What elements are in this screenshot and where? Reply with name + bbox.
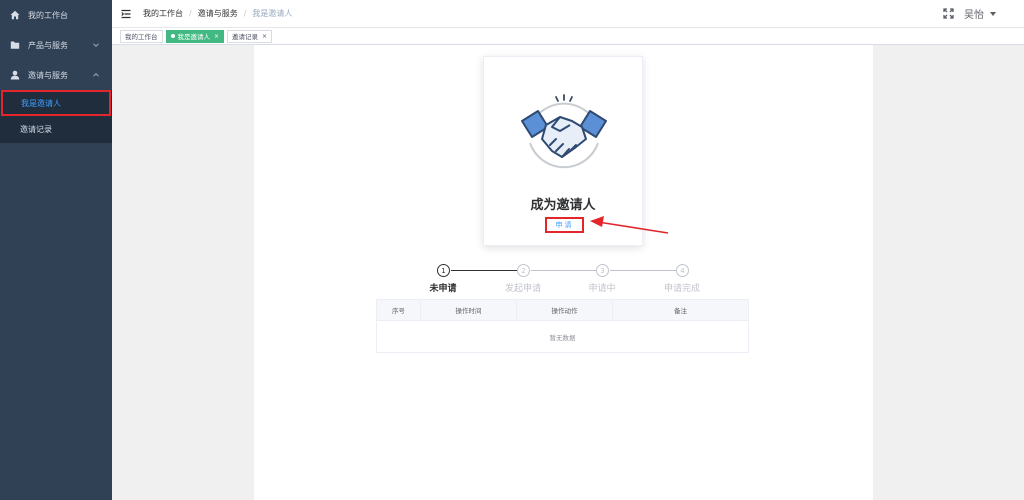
tag-workbench[interactable]: 我的工作台 — [120, 29, 163, 43]
fullscreen-icon[interactable] — [943, 8, 954, 19]
sidebar-item-label: 我的工作台 — [28, 10, 68, 20]
close-icon[interactable]: × — [214, 33, 219, 40]
tag-inviter[interactable]: 我是邀请人 × — [165, 29, 225, 43]
step-1-label: 未申请 — [429, 284, 457, 294]
empty-state: 暂无数据 — [549, 334, 576, 342]
sidebar-item-invite[interactable]: 邀请与服务 — [0, 60, 112, 90]
column-header: 操作动作 — [517, 300, 613, 320]
records-table: 序号 操作时间 操作动作 备注 暂无数据 — [376, 299, 749, 353]
handshake-icon — [521, 94, 607, 169]
step-4-label: 申请完成 — [663, 284, 700, 294]
step-3-label: 申请中 — [588, 284, 616, 294]
content-panel: 成为邀请人 申请 1 2 3 4 未申请 发起申请 申请中 申请完成 序号 操作… — [254, 45, 873, 500]
folder-icon — [10, 40, 20, 50]
step-3-circle: 3 — [596, 264, 609, 277]
step-connector — [531, 270, 597, 271]
home-icon — [10, 10, 20, 20]
step-1-circle: 1 — [437, 264, 450, 277]
caret-down-icon[interactable] — [990, 11, 996, 16]
step-connector — [610, 270, 676, 271]
apply-button[interactable]: 申请 — [545, 217, 584, 233]
step-4-circle: 4 — [676, 264, 689, 277]
breadcrumb-separator: / — [243, 9, 247, 18]
sidebar-subitem-inviter[interactable]: 我是邀请人 — [1, 90, 111, 116]
card-title: 成为邀请人 — [530, 198, 596, 213]
sidebar-item-workbench[interactable]: 我的工作台 — [0, 0, 112, 30]
invite-submenu: 我是邀请人 邀请记录 — [0, 90, 112, 143]
table-header: 序号 操作时间 操作动作 备注 — [377, 300, 748, 321]
tags-view: 我的工作台 我是邀请人 × 邀请记录 × — [112, 28, 1024, 45]
sidebar: 我的工作台 产品与服务 邀请与服务 我是邀请人 邀请记录 — [0, 0, 112, 500]
chevron-down-icon — [92, 41, 100, 49]
breadcrumb-invite[interactable]: 邀请与服务 — [198, 8, 238, 19]
sidebar-item-products[interactable]: 产品与服务 — [0, 30, 112, 60]
username[interactable]: 吴怡 — [964, 6, 984, 21]
sidebar-subitem-invite-records[interactable]: 邀请记录 — [0, 116, 112, 143]
step-connector — [451, 270, 518, 271]
breadcrumb-separator: / — [189, 9, 192, 18]
sidebar-item-label: 邀请与服务 — [28, 70, 68, 80]
hamburger-icon[interactable] — [121, 9, 131, 19]
user-area: 吴怡 — [943, 6, 996, 21]
close-icon[interactable]: × — [262, 33, 267, 40]
tag-invite-records[interactable]: 邀请记录 × — [227, 29, 273, 43]
active-dot-icon — [170, 34, 175, 38]
sidebar-item-label: 产品与服务 — [28, 40, 68, 50]
tag-label: 邀请记录 — [232, 33, 259, 41]
tag-label: 我的工作台 — [125, 33, 158, 41]
breadcrumb-current: 我是邀请人 — [252, 9, 293, 18]
become-inviter-card: 成为邀请人 申请 — [483, 56, 643, 246]
column-header: 备注 — [674, 307, 687, 315]
chevron-up-icon — [92, 71, 100, 79]
tag-label: 我是邀请人 — [177, 33, 211, 41]
main-area: 成为邀请人 申请 1 2 3 4 未申请 发起申请 申请中 申请完成 序号 操作… — [112, 45, 1024, 500]
column-header: 操作时间 — [421, 300, 517, 320]
top-navbar: 我的工作台 / 邀请与服务 / 我是邀请人 吴怡 — [112, 0, 1024, 28]
column-header: 序号 — [377, 300, 421, 320]
breadcrumb-workbench[interactable]: 我的工作台 — [143, 8, 183, 19]
user-icon — [10, 70, 20, 80]
step-2-label: 发起申请 — [504, 284, 541, 294]
step-2-circle: 2 — [517, 264, 530, 277]
